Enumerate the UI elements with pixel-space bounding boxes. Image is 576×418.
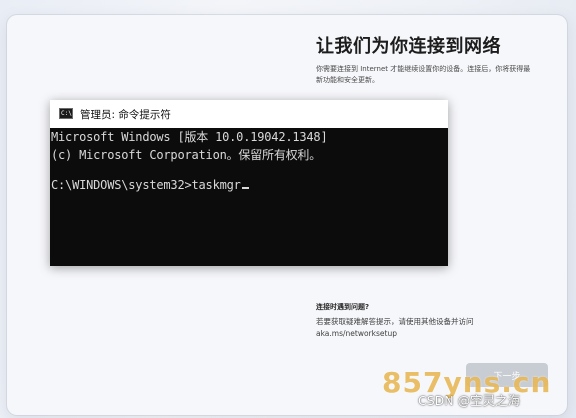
console-command: C:\WINDOWS\system32>taskmgr (51, 178, 241, 192)
command-prompt-window[interactable]: C:\ 管理员: 命令提示符 Microsoft Windows [版本 10.… (50, 100, 448, 266)
command-prompt-icon: C:\ (59, 108, 73, 119)
help-heading: 连接时遇到问题? (316, 303, 370, 311)
console-line-copyright: (c) Microsoft Corporation。保留所有权利。 (51, 148, 322, 162)
console-prompt-line[interactable]: C:\WINDOWS\system32>taskmgr (51, 178, 249, 192)
page-description: 你需要连接到 Internet 才能继续设置你的设备。连接后，你将获得最新功能和… (316, 65, 531, 84)
window-title: 管理员: 命令提示符 (80, 109, 171, 121)
console-line-version: Microsoft Windows [版本 10.0.19042.1348] (51, 130, 328, 144)
command-prompt-titlebar[interactable]: C:\ 管理员: 命令提示符 (50, 100, 448, 128)
text-cursor (241, 187, 249, 189)
console-output[interactable]: Microsoft Windows [版本 10.0.19042.1348] (… (50, 128, 448, 266)
help-text: 若要获取疑难解答提示，请使用其他设备并访问 aka.ms/networksetu… (316, 317, 474, 338)
csdn-watermark: CSDN @空灵之海 (418, 393, 521, 408)
page-title: 让我们为你连接到网络 (316, 36, 501, 57)
